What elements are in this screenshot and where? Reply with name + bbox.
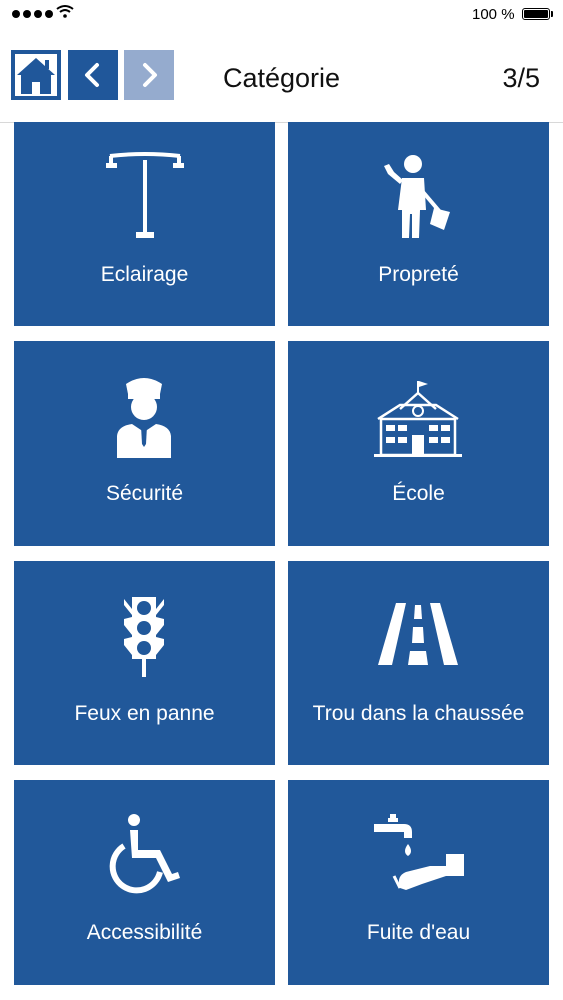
- category-tile-proprete[interactable]: Propreté: [288, 122, 549, 326]
- category-label: Sécurité: [105, 482, 184, 505]
- category-tile-securite[interactable]: Sécurité: [14, 341, 275, 546]
- header: Catégorie 3/5: [0, 30, 563, 123]
- signal-strength-icon: [12, 10, 53, 18]
- category-tile-ecole[interactable]: École: [288, 341, 549, 546]
- category-tile-feux-en-panne[interactable]: Feux en panne: [14, 561, 275, 765]
- category-tile-fuite-eau[interactable]: Fuite d'eau: [288, 780, 549, 985]
- traffic-light-icon: [124, 597, 164, 677]
- page-title: Catégorie: [222, 63, 341, 93]
- category-label: Eclairage: [100, 263, 189, 286]
- category-label: Fuite d'eau: [366, 921, 471, 944]
- category-tile-trou-chaussee[interactable]: Trou dans la chaussée: [288, 561, 549, 765]
- water-leak-icon: [374, 814, 464, 890]
- school-building-icon: [374, 381, 462, 457]
- battery-percentage: 100 %: [472, 6, 515, 23]
- category-grid: Eclairage Propreté Sécurité École Feux e…: [0, 122, 563, 1000]
- category-tile-eclairage[interactable]: Eclairage: [14, 122, 275, 326]
- road-icon: [378, 603, 458, 665]
- status-bar: 100 %: [0, 0, 563, 30]
- wheelchair-icon: [109, 814, 180, 894]
- police-officer-icon: [117, 378, 171, 458]
- category-label: Feux en panne: [74, 702, 215, 725]
- category-label: Trou dans la chaussée: [312, 702, 525, 725]
- battery-icon: [522, 8, 550, 20]
- street-sweeper-icon: [384, 155, 450, 238]
- page-counter: 3/5: [502, 63, 540, 93]
- category-tile-accessibilite[interactable]: Accessibilité: [14, 780, 275, 985]
- category-label: Propreté: [378, 263, 459, 286]
- wifi-icon: [56, 5, 74, 18]
- category-label: École: [392, 482, 445, 505]
- streetlight-icon: [106, 152, 184, 238]
- category-label: Accessibilité: [86, 921, 203, 944]
